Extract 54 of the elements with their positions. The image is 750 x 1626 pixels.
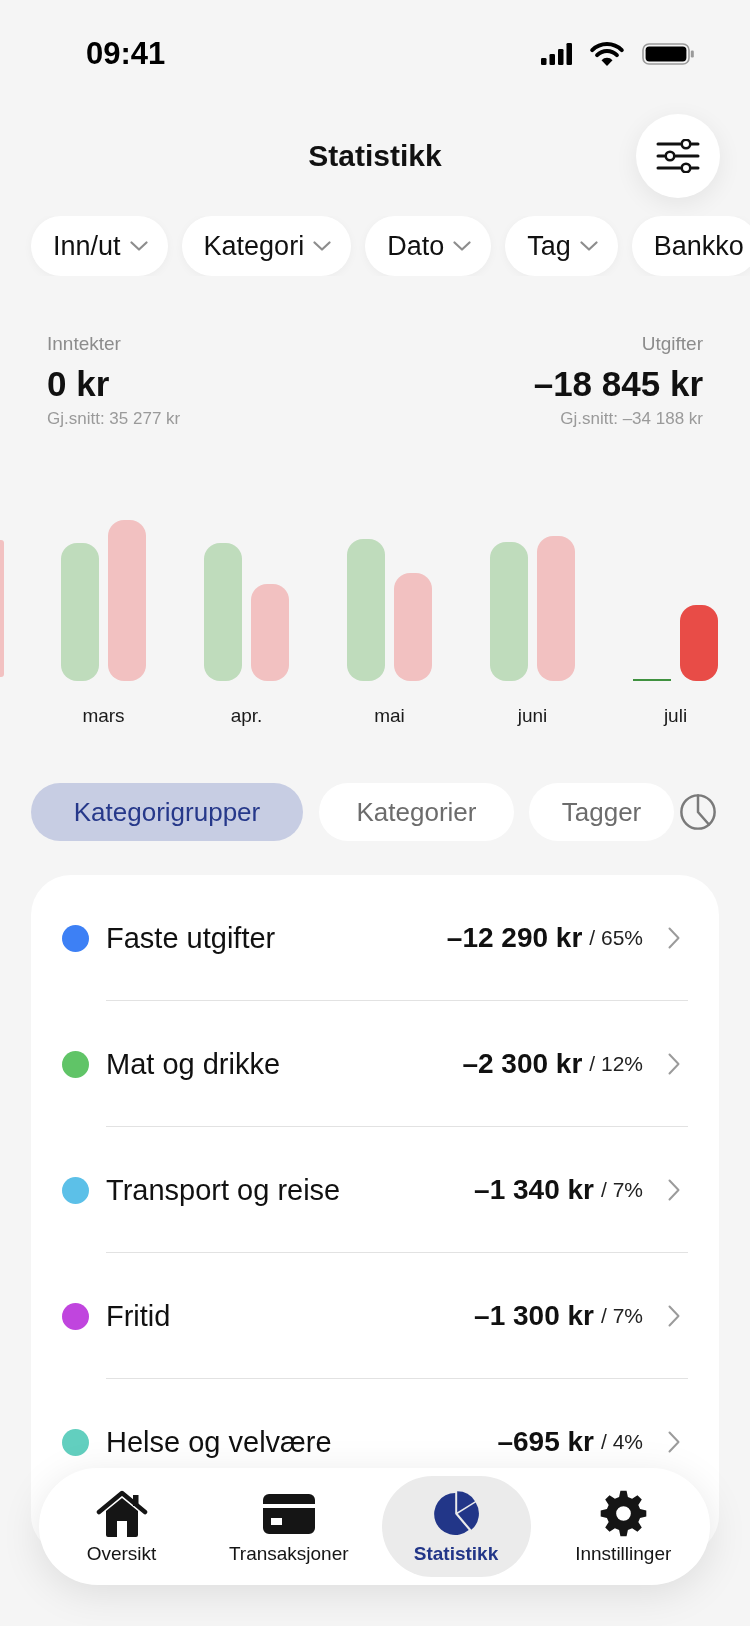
summary-amount: –18 845 kr	[533, 364, 703, 404]
category-share: / 4%	[600, 1429, 643, 1455]
filter-chip[interactable]: Dato	[365, 216, 492, 276]
sliders-icon	[656, 139, 700, 173]
segment-tab[interactable]: Kategorier	[319, 783, 514, 841]
chevron-right-icon[interactable]	[668, 1304, 680, 1327]
filter-chip[interactable]: Tag	[505, 216, 618, 276]
chevron-right-icon[interactable]	[668, 1431, 680, 1453]
clock-time: 09:41	[86, 36, 166, 72]
wifi-icon	[589, 41, 625, 67]
category-amount: –12 290 kr	[446, 920, 583, 955]
category-name: Transport og reise	[106, 1172, 342, 1208]
battery-icon	[642, 43, 694, 65]
category-name: Helse og velvære	[106, 1425, 333, 1460]
average-text: Gj.snitt: –34 188 kr	[560, 408, 703, 430]
pie-chart-icon[interactable]	[679, 793, 717, 831]
category-share: / 65%	[589, 924, 643, 951]
segment-tab[interactable]: Tagger	[529, 783, 674, 841]
category-name: Faste utgifter	[106, 920, 277, 956]
month-label: mars	[82, 704, 125, 728]
summary-label: Inntekter	[47, 332, 121, 356]
category-name: Fritid	[106, 1298, 172, 1334]
nav-tab[interactable]: Statistikk	[381, 1476, 531, 1577]
average-text: Gj.snitt: 35 277 kr	[47, 408, 181, 430]
month-label: apr.	[230, 704, 263, 728]
month-label: mai	[374, 704, 405, 728]
filter-chip[interactable]: Kategori	[181, 216, 352, 276]
nav-tab[interactable]: Transaksjoner	[214, 1476, 364, 1577]
chevron-right-icon[interactable]	[668, 1178, 680, 1201]
segment-tab[interactable]: Kategorigrupper	[31, 783, 303, 841]
filter-chip[interactable]: Bankko	[631, 216, 750, 276]
category-amount: –695 kr	[497, 1425, 594, 1459]
category-amount: –1 300 kr	[474, 1298, 594, 1333]
chevron-right-icon[interactable]	[668, 1052, 680, 1075]
pie-chart-icon	[432, 1490, 480, 1537]
nav-tab[interactable]: Innstillinger	[548, 1476, 698, 1577]
category-share: / 7%	[600, 1176, 643, 1203]
summary-amount: 0 kr	[47, 364, 110, 404]
month-label: juli	[663, 704, 688, 728]
month-label: juni	[517, 704, 548, 728]
credit-card-icon	[262, 1493, 315, 1534]
category-amount: –1 340 kr	[474, 1172, 594, 1207]
page-title: Statistikk	[308, 138, 442, 174]
house-icon	[95, 1490, 148, 1537]
summary-label: Utgifter	[641, 332, 703, 356]
category-name: Mat og drikke	[106, 1046, 282, 1082]
category-share: / 7%	[600, 1302, 643, 1329]
gear-icon	[599, 1490, 647, 1537]
chevron-right-icon[interactable]	[668, 926, 680, 949]
category-share: / 12%	[589, 1050, 643, 1077]
nav-tab[interactable]: Oversikt	[47, 1476, 196, 1577]
category-amount: –2 300 kr	[462, 1046, 583, 1081]
signal-icon	[541, 43, 572, 65]
filter-chip[interactable]: Inn/ut	[31, 216, 168, 276]
